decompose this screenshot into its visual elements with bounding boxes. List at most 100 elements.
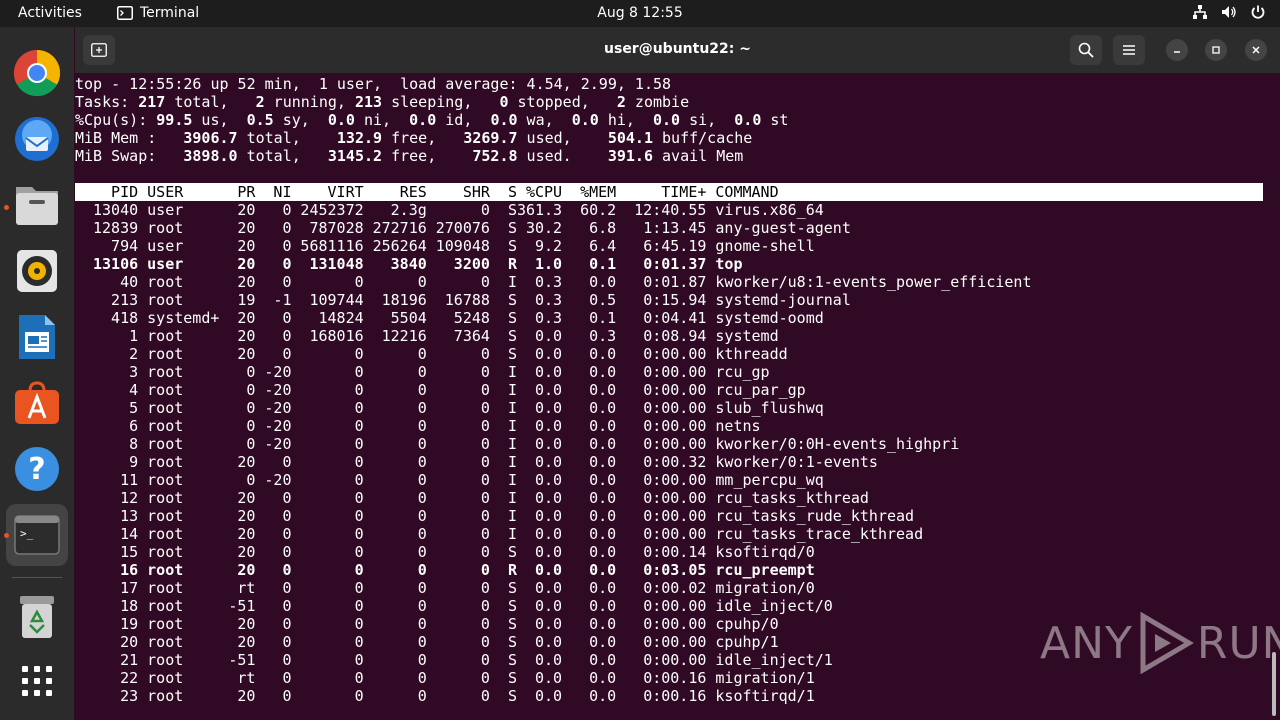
process-pr: 20 xyxy=(237,561,256,579)
process-cmd: kthreadd xyxy=(715,345,788,363)
process-row[interactable]: 13106 user 20 0 131048 3840 3200 R 1.0 0.1 0:01.37… xyxy=(75,255,1263,273)
process-mem: 0.5 xyxy=(589,291,617,309)
process-time: 0:01.87 xyxy=(643,273,707,291)
dock-help[interactable]: ? xyxy=(13,445,61,493)
process-time: 0:00.00 xyxy=(643,489,707,507)
process-s: S xyxy=(507,597,517,615)
process-pid: 418 xyxy=(111,309,139,327)
process-pr: 0 xyxy=(246,399,256,417)
process-ni: -20 xyxy=(264,381,292,399)
process-ni: 0 xyxy=(282,489,292,507)
process-pid: 8 xyxy=(129,435,139,453)
process-row[interactable]: 14 root 20 0 0 0 0 I 0.0 0.0 0:00.00 rcu_tasks_trac… xyxy=(75,525,1263,543)
process-ni: 0 xyxy=(282,219,292,237)
minimize-button[interactable] xyxy=(1166,39,1188,61)
process-row[interactable]: 4 root 0 -20 0 0 0 I 0.0 0.0 0:00.00 rcu_par_gp xyxy=(75,381,1263,399)
dock-thunderbird[interactable] xyxy=(13,115,61,163)
process-cmd: systemd-journal xyxy=(715,291,851,309)
process-virt: 0 xyxy=(354,579,364,597)
system-tray[interactable] xyxy=(1192,4,1266,20)
dock-writer[interactable] xyxy=(13,313,61,361)
summary-segment: 0.0 xyxy=(327,111,355,129)
process-res: 0 xyxy=(417,615,427,633)
process-user: root xyxy=(147,345,184,363)
process-row[interactable]: 15 root 20 0 0 0 0 S 0.0 0.0 0:00.14 ksoftirqd/0 xyxy=(75,543,1263,561)
process-res: 0 xyxy=(417,363,427,381)
process-time: 0:08.94 xyxy=(643,327,707,345)
process-res: 0 xyxy=(417,561,427,579)
process-row[interactable]: 16 root 20 0 0 0 0 R 0.0 0.0 0:03.05 rcu_preempt xyxy=(75,561,1263,579)
process-row[interactable]: 794 user 20 0 5681116 256264 109048 S 9.2 6.4 6:45… xyxy=(75,237,1263,255)
process-mem: 60.2 xyxy=(580,201,617,219)
maximize-button[interactable] xyxy=(1205,39,1227,61)
close-button[interactable] xyxy=(1245,39,1267,61)
files-running-indicator xyxy=(4,205,9,210)
process-cpu: 0.3 xyxy=(535,309,563,327)
process-res: 0 xyxy=(417,489,427,507)
process-virt: 0 xyxy=(354,669,364,687)
process-row[interactable]: 12839 root 20 0 787028 272716 270076 S 30.2 6.8 1:… xyxy=(75,219,1263,237)
process-row[interactable]: 17 root rt 0 0 0 0 S 0.0 0.0 0:00.02 migration/0 xyxy=(75,579,1263,597)
process-cpu: 30.2 xyxy=(525,219,563,237)
process-cmd: rcu_tasks_kthread xyxy=(715,489,869,507)
process-row[interactable]: 9 root 20 0 0 0 0 I 0.0 0.0 0:00.32 kworker/0:1-eve… xyxy=(75,453,1263,471)
process-row[interactable]: 5 root 0 -20 0 0 0 I 0.0 0.0 0:00.00 slub_flushwq xyxy=(75,399,1263,417)
process-row[interactable]: 40 root 20 0 0 0 0 I 0.3 0.0 0:01.87 kworker/u8:1-e… xyxy=(75,273,1263,291)
process-shr: 0 xyxy=(480,561,490,579)
minimize-icon xyxy=(1174,51,1180,53)
process-row[interactable]: 23 root 20 0 0 0 0 S 0.0 0.0 0:00.16 ksoftirqd/1 xyxy=(75,687,1263,705)
summary-segment: %Cpu(s): xyxy=(75,111,157,129)
process-row[interactable]: 11 root 0 -20 0 0 0 I 0.0 0.0 0:00.00 mm_percpu_wq xyxy=(75,471,1263,489)
process-cpu: 0.0 xyxy=(535,399,563,417)
dock-terminal[interactable]: >_ xyxy=(6,504,68,566)
process-row[interactable]: 6 root 0 -20 0 0 0 I 0.0 0.0 0:00.00 netns xyxy=(75,417,1263,435)
summary-segment: sy, xyxy=(273,111,328,129)
process-cmd: top xyxy=(715,255,743,273)
process-cpu: 0.0 xyxy=(535,615,563,633)
process-row[interactable]: 418 systemd+ 20 0 14824 5504 5248 S 0.3 0.1 0:04.4… xyxy=(75,309,1263,327)
process-row[interactable]: 8 root 0 -20 0 0 0 I 0.0 0.0 0:00.00 kworker/0:0H-e… xyxy=(75,435,1263,453)
process-row[interactable]: 13040 user 20 0 2452372 2.3g 0 S 361.3 60.2 12:40.… xyxy=(75,201,1263,219)
process-cpu: 0.0 xyxy=(535,597,563,615)
dock-chrome[interactable] xyxy=(13,49,61,97)
dock-software[interactable] xyxy=(13,379,61,427)
play-logo-icon xyxy=(1140,612,1194,674)
menu-button[interactable] xyxy=(1113,35,1145,65)
process-row[interactable]: 2 root 20 0 0 0 0 S 0.0 0.0 0:00.00 kthreadd xyxy=(75,345,1263,363)
process-ni: 0 xyxy=(282,615,292,633)
network-icon xyxy=(1193,5,1207,19)
process-res: 5504 xyxy=(390,309,427,327)
process-pr: 20 xyxy=(237,255,256,273)
process-row[interactable]: 3 root 0 -20 0 0 0 I 0.0 0.0 0:00.00 rcu_gp xyxy=(75,363,1263,381)
process-s: S xyxy=(507,291,517,309)
summary-segment: buff/cache xyxy=(653,129,753,147)
process-user: root xyxy=(147,453,184,471)
process-row[interactable]: 1 root 20 0 168016 12216 7364 S 0.0 0.3 0:08.94 sys… xyxy=(75,327,1263,345)
search-button[interactable] xyxy=(1070,35,1102,65)
process-cmd: rcu_tasks_rude_kthread xyxy=(715,507,915,525)
process-pr: 20 xyxy=(237,507,256,525)
dock-rhythmbox[interactable] xyxy=(13,247,61,295)
process-pr: 20 xyxy=(237,489,256,507)
dock-show-apps[interactable] xyxy=(13,657,61,705)
clock[interactable]: Aug 8 12:55 xyxy=(0,5,1280,21)
process-row[interactable]: 13 root 20 0 0 0 0 I 0.0 0.0 0:00.00 rcu_tasks_rude… xyxy=(75,507,1263,525)
process-res: 0 xyxy=(417,435,427,453)
column-header: VIRT xyxy=(327,183,364,201)
process-pr: 20 xyxy=(237,309,256,327)
title-bar[interactable]: user@ubuntu22: ~ xyxy=(75,27,1280,73)
process-user: root xyxy=(147,561,184,579)
close-icon xyxy=(1252,46,1260,54)
process-user: root xyxy=(147,435,184,453)
dock-trash[interactable] xyxy=(13,593,61,641)
process-user: root xyxy=(147,489,184,507)
process-s: S xyxy=(507,327,517,345)
process-time: 0:00.14 xyxy=(643,543,707,561)
process-res: 0 xyxy=(417,579,427,597)
process-row[interactable]: 12 root 20 0 0 0 0 I 0.0 0.0 0:00.00 rcu_tasks_kthr… xyxy=(75,489,1263,507)
dock-files[interactable] xyxy=(13,181,61,229)
summary-line: top - 12:55:26 up 52 min, 1 user, load a… xyxy=(75,75,671,93)
process-pid: 23 xyxy=(120,687,139,705)
process-row[interactable]: 213 root 19 -1 109744 18196 16788 S 0.3 0.5 0:15.9… xyxy=(75,291,1263,309)
process-mem: 0.0 xyxy=(589,579,617,597)
